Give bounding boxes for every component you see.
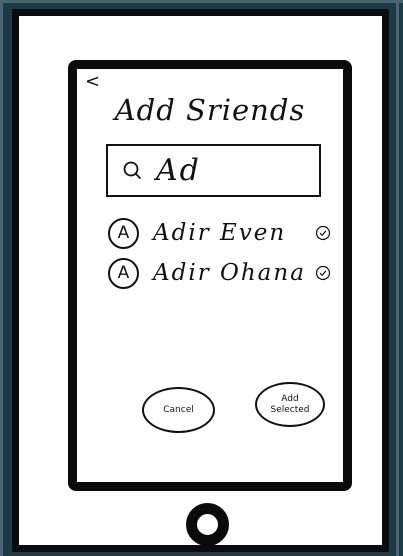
search-icon	[123, 161, 141, 179]
avatar: A	[108, 217, 139, 249]
background-stripe	[396, 0, 399, 556]
tablet-screen: < Add Sriends Ad A Adir Even A Adir Ohan…	[68, 60, 352, 491]
add-selected-line2: Selected	[270, 404, 310, 415]
add-selected-button[interactable]: Add Selected	[255, 382, 325, 427]
check-circle-icon[interactable]	[315, 225, 331, 241]
search-input[interactable]: Ad	[106, 144, 321, 197]
list-item-adir-ohana[interactable]: A Adir Ohana	[108, 255, 348, 291]
background-stripe	[0, 0, 403, 3]
cancel-button[interactable]: Cancel	[142, 387, 215, 433]
search-value: Ad	[156, 153, 201, 188]
home-button[interactable]	[186, 503, 229, 546]
tablet-frame: < Add Sriends Ad A Adir Even A Adir Ohan…	[12, 9, 389, 552]
friend-name: Adir Ohana	[153, 260, 306, 286]
page-title: Add Sriends	[114, 93, 306, 127]
add-selected-line1: Add	[281, 393, 299, 404]
background-stripe	[0, 0, 3, 556]
list-item-adir-even[interactable]: A Adir Even	[108, 215, 348, 251]
back-arrow-icon[interactable]: <	[85, 71, 100, 92]
avatar: A	[108, 257, 139, 289]
friend-name: Adir Even	[153, 220, 287, 246]
cancel-button-label: Cancel	[163, 404, 194, 415]
check-circle-icon[interactable]	[315, 265, 331, 281]
